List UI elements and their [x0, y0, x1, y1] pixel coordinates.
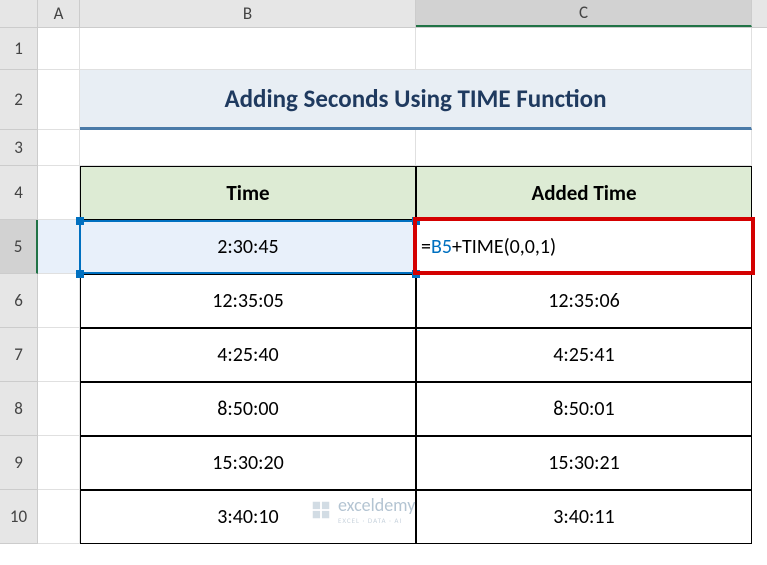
cell-B3[interactable] — [80, 130, 416, 166]
cell-B1[interactable] — [80, 28, 416, 70]
row-header-7[interactable]: 7 — [0, 328, 38, 382]
cell-C1[interactable] — [416, 28, 752, 70]
row-1: 1 — [0, 28, 767, 70]
row-2: 2 Adding Seconds Using TIME Function — [0, 70, 767, 130]
row-7: 7 4:25:40 4:25:41 — [0, 328, 767, 382]
cell-A2[interactable] — [38, 70, 80, 130]
row-4: 4 Time Added Time — [0, 166, 767, 220]
watermark-brand: exceldemy — [338, 494, 415, 516]
row-5: 5 2:30:45 =B5+TIME(0,0,1) — [0, 220, 767, 274]
cell-C10[interactable]: 3:40:11 — [416, 490, 752, 544]
cell-A7[interactable] — [38, 328, 80, 382]
cell-A9[interactable] — [38, 436, 80, 490]
watermark: exceldemy EXCEL · DATA · AI — [310, 494, 415, 525]
watermark-icon — [310, 499, 332, 521]
formula-cell-ref: B5 — [431, 235, 452, 259]
cell-A6[interactable] — [38, 274, 80, 328]
column-headers: A B C — [0, 0, 767, 28]
row-8: 8 8:50:00 8:50:01 — [0, 382, 767, 436]
row-header-3[interactable]: 3 — [0, 130, 38, 166]
cell-B8[interactable]: 8:50:00 — [80, 382, 416, 436]
watermark-tagline: EXCEL · DATA · AI — [338, 516, 415, 525]
cell-C5-formula[interactable]: =B5+TIME(0,0,1) — [416, 220, 752, 274]
cell-A8[interactable] — [38, 382, 80, 436]
col-header-A[interactable]: A — [38, 0, 80, 27]
row-9: 9 15:30:20 15:30:21 — [0, 436, 767, 490]
row-header-1[interactable]: 1 — [0, 28, 38, 70]
row-3: 3 — [0, 130, 767, 166]
select-all-corner[interactable] — [0, 0, 38, 27]
row-header-5[interactable]: 5 — [0, 220, 38, 274]
cell-A10[interactable] — [38, 490, 80, 544]
cell-A1[interactable] — [38, 28, 80, 70]
formula-equals: = — [421, 235, 431, 259]
cell-B9[interactable]: 15:30:20 — [80, 436, 416, 490]
spreadsheet: A B C 1 2 Adding Seconds Using TIME Func… — [0, 0, 767, 544]
cell-B7[interactable]: 4:25:40 — [80, 328, 416, 382]
col-header-C[interactable]: C — [416, 0, 752, 27]
row-header-4[interactable]: 4 — [0, 166, 38, 220]
header-time[interactable]: Time — [80, 166, 416, 220]
cell-C6[interactable]: 12:35:06 — [416, 274, 752, 328]
cell-B5[interactable]: 2:30:45 — [80, 220, 416, 274]
cell-C8[interactable]: 8:50:01 — [416, 382, 752, 436]
title-cell[interactable]: Adding Seconds Using TIME Function — [80, 70, 752, 130]
cell-C7[interactable]: 4:25:41 — [416, 328, 752, 382]
cell-A4[interactable] — [38, 166, 80, 220]
cell-A3[interactable] — [38, 130, 80, 166]
row-header-10[interactable]: 10 — [0, 490, 38, 544]
row-6: 6 12:35:05 12:35:06 — [0, 274, 767, 328]
header-added-time[interactable]: Added Time — [416, 166, 752, 220]
formula-rest: +TIME(0,0,1) — [452, 235, 556, 259]
cell-B6[interactable]: 12:35:05 — [80, 274, 416, 328]
row-header-8[interactable]: 8 — [0, 382, 38, 436]
row-header-9[interactable]: 9 — [0, 436, 38, 490]
cell-C3[interactable] — [416, 130, 752, 166]
cell-C9[interactable]: 15:30:21 — [416, 436, 752, 490]
col-header-B[interactable]: B — [80, 0, 416, 27]
row-header-6[interactable]: 6 — [0, 274, 38, 328]
cell-A5[interactable] — [38, 220, 80, 274]
row-header-2[interactable]: 2 — [0, 70, 38, 130]
